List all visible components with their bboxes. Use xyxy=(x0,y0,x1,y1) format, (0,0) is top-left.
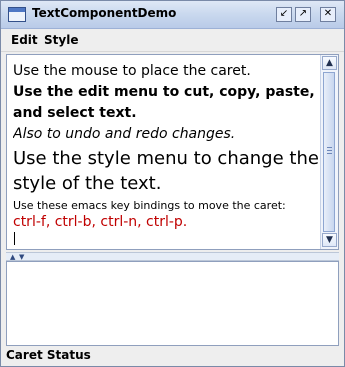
grip-line-icon xyxy=(327,150,332,151)
editor-line-8[interactable]: ctrl-f, ctrl-b, ctrl-n, ctrl-p. xyxy=(13,214,187,230)
menu-style[interactable]: Style xyxy=(44,33,78,47)
caret-status-label: Caret Status xyxy=(6,348,91,362)
resize-icon[interactable]: ↙ xyxy=(276,7,292,22)
text-editor-scroll-pane[interactable]: Use the mouse to place the caret. Use th… xyxy=(6,54,339,250)
grip-line-icon xyxy=(327,147,332,148)
editor-line-1[interactable]: Use the mouse to place the caret. xyxy=(13,63,251,79)
text-caret xyxy=(14,232,15,245)
grip-line-icon xyxy=(327,153,332,154)
scroll-thumb[interactable] xyxy=(323,72,335,232)
lower-text-area[interactable] xyxy=(6,261,339,346)
collapse-down-icon[interactable]: ▼ xyxy=(19,253,24,261)
scroll-down-icon[interactable]: ▼ xyxy=(322,233,337,247)
maximize-icon[interactable]: ↗ xyxy=(295,7,311,22)
window-title: TextComponentDemo xyxy=(32,6,177,20)
editor-line-6[interactable]: style of the text. xyxy=(13,173,161,194)
split-pane-divider[interactable]: ▲ ▼ xyxy=(6,252,339,261)
editor-line-5[interactable]: Use the style menu to change the xyxy=(13,148,319,169)
editor-line-2[interactable]: Use the edit menu to cut, copy, paste, xyxy=(13,84,315,100)
scroll-up-icon[interactable]: ▲ xyxy=(322,56,337,70)
editor-line-7[interactable]: Use these emacs key bindings to move the… xyxy=(13,199,286,212)
text-editor[interactable]: Use the mouse to place the caret. Use th… xyxy=(13,61,319,245)
collapse-up-icon[interactable]: ▲ xyxy=(10,253,15,261)
title-bar[interactable]: TextComponentDemo ↙ ↗ ✕ xyxy=(1,1,344,29)
menu-bar: Edit Style xyxy=(1,29,344,52)
editor-line-3[interactable]: and select text. xyxy=(13,105,137,121)
close-icon[interactable]: ✕ xyxy=(320,7,336,22)
menu-edit[interactable]: Edit xyxy=(11,33,38,47)
window-icon xyxy=(8,7,26,22)
app-window: TextComponentDemo ↙ ↗ ✕ Edit Style Use t… xyxy=(0,0,345,367)
vertical-scrollbar[interactable]: ▲ ▼ xyxy=(320,55,338,249)
editor-line-4[interactable]: Also to undo and redo changes. xyxy=(13,126,235,142)
